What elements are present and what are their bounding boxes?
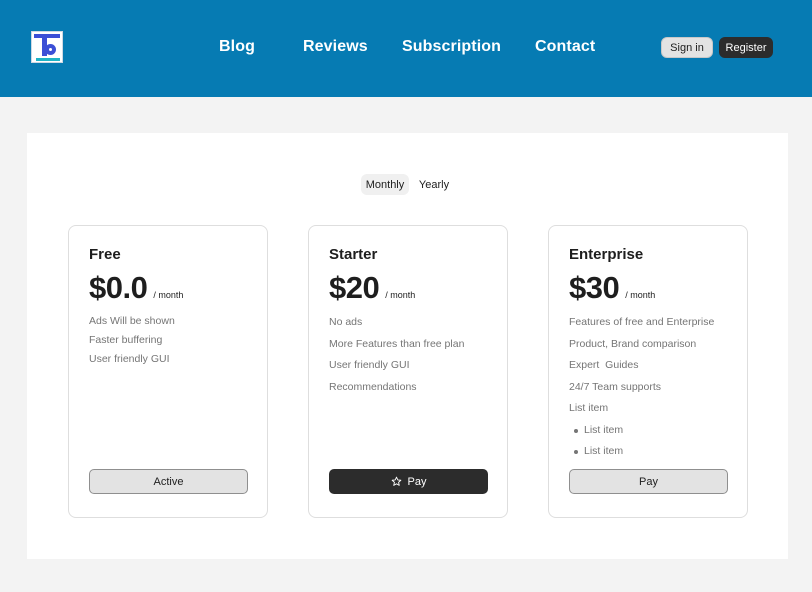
feature-item: No ads xyxy=(329,316,363,328)
plan-title: Free xyxy=(89,246,121,263)
feature-sub-item: List item xyxy=(569,420,714,442)
feature-item: User friendly GUI xyxy=(329,359,410,371)
plan-period: / month xyxy=(625,290,656,300)
plan-price: $20 xyxy=(329,270,380,305)
feature-item: Recommendations xyxy=(329,380,417,393)
nav-reviews[interactable]: Reviews xyxy=(303,38,368,56)
feature-item: Expert Guides xyxy=(569,359,639,371)
plan-card-enterprise: Enterprise $30 / month Features of free … xyxy=(548,225,748,518)
plan-card-free: Free $0.0 / month Ads Will be shown Fast… xyxy=(68,225,268,518)
plan-title: Starter xyxy=(329,246,378,263)
register-button[interactable]: Register xyxy=(719,37,773,58)
pay-button-label: Pay xyxy=(407,475,427,488)
plan-price: $0.0 xyxy=(89,270,148,305)
feature-item: List item xyxy=(569,402,609,414)
plan-price: $30 xyxy=(569,270,620,305)
nav-blog[interactable]: Blog xyxy=(219,38,255,56)
plan-features: Features of free and Enterprise Product,… xyxy=(569,312,714,463)
sign-in-button[interactable]: Sign in xyxy=(661,37,713,58)
plan-features: Ads Will be shown Faster buffering User … xyxy=(89,312,175,369)
brand-logo-icon[interactable] xyxy=(31,31,63,63)
feature-item: User friendly GUI xyxy=(89,353,170,365)
plan-title: Enterprise xyxy=(569,246,644,263)
pay-button-starter[interactable]: Pay xyxy=(329,469,488,494)
feature-item: More Features than free plan xyxy=(329,337,465,350)
billing-toggle-monthly[interactable]: Monthly xyxy=(361,174,409,195)
feature-sub-item: List item xyxy=(569,441,714,463)
feature-item: Faster buffering xyxy=(89,334,163,346)
feature-item: 24/7 Team supports xyxy=(569,380,662,393)
plan-period: / month xyxy=(153,290,184,300)
feature-item: Product, Brand comparison xyxy=(569,337,697,350)
plan-price-row: $0.0 / month xyxy=(89,270,183,306)
nav-contact[interactable]: Contact xyxy=(535,38,595,56)
plan-features: No ads More Features than free plan User… xyxy=(329,312,464,398)
plan-period: / month xyxy=(385,290,416,300)
active-button[interactable]: Active xyxy=(89,469,248,494)
pay-button-enterprise[interactable]: Pay xyxy=(569,469,728,494)
top-header: Blog Reviews Subscription Contact Sign i… xyxy=(0,0,812,97)
plan-price-row: $30 / month xyxy=(569,270,655,306)
feature-item: Ads Will be shown xyxy=(89,315,175,327)
plan-price-row: $20 / month xyxy=(329,270,415,306)
star-icon xyxy=(391,476,401,486)
feature-item: Features of free and Enterprise xyxy=(569,316,715,328)
nav-subscription[interactable]: Subscription xyxy=(402,38,501,56)
billing-toggle-yearly[interactable]: Yearly xyxy=(413,174,455,195)
plan-card-starter: Starter $20 / month No ads More Features… xyxy=(308,225,508,518)
